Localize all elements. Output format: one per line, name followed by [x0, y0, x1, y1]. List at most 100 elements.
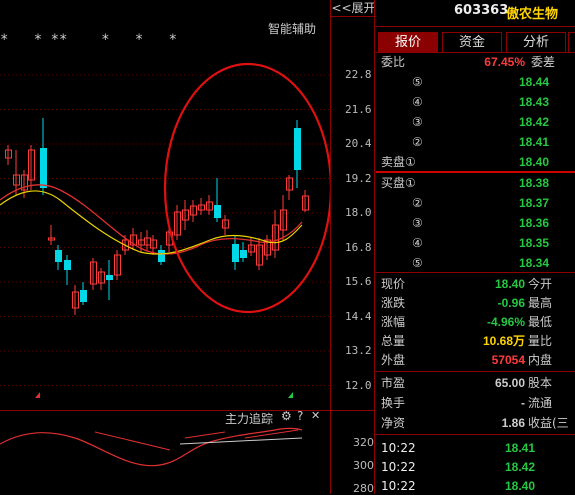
stat-value: 57054	[491, 353, 525, 367]
tick-price: 18.40	[504, 479, 535, 493]
candle-body	[232, 244, 239, 262]
stock-code: 603363	[454, 3, 509, 18]
tab-funds[interactable]: 资金	[442, 32, 502, 53]
bid-level-row[interactable]: ④ 18.35	[376, 234, 575, 252]
tab-analysis[interactable]: 分析	[506, 32, 566, 53]
stat-row: 净资 1.86 收益(三	[376, 414, 575, 432]
candle-body	[158, 250, 165, 262]
level-price: 18.38	[518, 176, 549, 190]
tick-time: 10:22	[381, 479, 416, 493]
header-divider	[376, 26, 575, 27]
order-ratio-row: 委比 67.45% 委差	[376, 53, 575, 71]
indicator-axis-300: 300	[353, 459, 374, 472]
stat-label: 净资	[381, 416, 406, 430]
kline-svg	[0, 62, 330, 398]
orders-divider	[376, 272, 575, 273]
stat-label-secondary: 收益(三	[528, 416, 569, 430]
level-price: 18.36	[518, 216, 549, 230]
indicator-line-red	[0, 427, 303, 467]
stat-value: 1.86	[501, 416, 525, 430]
indicator-axis-280: 280	[353, 482, 374, 495]
level-label: ④	[412, 95, 423, 109]
level-price: 18.40	[518, 155, 549, 169]
candle-body	[55, 250, 62, 262]
stat-label-secondary: 流通	[528, 396, 553, 410]
stat-label-secondary: 量比	[528, 334, 553, 348]
stat-value: -0.96	[497, 296, 525, 310]
tab-more[interactable]	[568, 32, 575, 53]
candle-body	[294, 128, 301, 170]
bid-level-row[interactable]: ③ 18.36	[376, 214, 575, 232]
candle-body	[40, 148, 47, 188]
stat-value: 18.40	[494, 277, 525, 291]
level-label: ②	[412, 135, 423, 149]
level-label: ⑤	[412, 256, 423, 270]
stat-label-secondary: 今开	[528, 277, 553, 291]
bid-level-row[interactable]: 买盘① 18.38	[376, 174, 575, 192]
tick-row: 10:22 18.40	[376, 477, 575, 495]
level-label: ⑤	[412, 75, 423, 89]
bid-level-row[interactable]: ⑤ 18.34	[376, 254, 575, 272]
stat-label-secondary: 最高	[528, 296, 553, 310]
stat-value: 65.00	[494, 376, 525, 390]
ask-level-row[interactable]: ④ 18.43	[376, 93, 575, 111]
stat-value: -	[521, 396, 525, 410]
indicator-arrow-2	[184, 431, 226, 439]
indicator-arrow-3	[244, 429, 299, 439]
indicator-axis-320: 320	[353, 436, 374, 449]
stat-label: 现价	[381, 277, 406, 291]
level-price: 18.37	[518, 196, 549, 210]
level-price: 18.43	[518, 95, 549, 109]
ratio-label: 委比	[381, 55, 406, 69]
level-price: 18.34	[518, 256, 549, 270]
candle-body	[64, 260, 71, 270]
level-label: ③	[412, 115, 423, 129]
stat-label: 市盈	[381, 376, 406, 390]
level-label: ②	[412, 196, 423, 210]
indicator-line-white	[179, 437, 303, 445]
level-label: ③	[412, 216, 423, 230]
annotation-ellipse	[163, 62, 330, 314]
stat-label-secondary: 最低	[528, 315, 553, 329]
bid-level-row[interactable]: ② 18.37	[376, 194, 575, 212]
ratio-value: 67.45%	[484, 55, 525, 69]
stat-row: 现价 18.40 今开	[376, 275, 575, 293]
ask-level-row[interactable]: ⑤ 18.44	[376, 73, 575, 91]
level-label: 卖盘①	[381, 155, 416, 169]
kline-chart-panel[interactable]: <<展开 智能辅助 * * ** * * * 22.8 21.6 20.4 19.2 1…	[0, 0, 376, 495]
level-price: 18.41	[518, 135, 549, 149]
stat-label: 涨跌	[381, 296, 406, 310]
stat-row: 总量 10.68万 量比	[376, 332, 575, 350]
red-triangle-marker	[35, 392, 40, 398]
level-label: ④	[412, 236, 423, 250]
diff-label: 委差	[531, 55, 556, 69]
tick-price: 18.42	[504, 460, 535, 474]
level-price: 18.35	[518, 236, 549, 250]
stat-label: 外盘	[381, 353, 406, 367]
ask-level-row[interactable]: ② 18.41	[376, 133, 575, 151]
stats-divider	[376, 371, 575, 372]
stat-row: 市盈 65.00 股本	[376, 374, 575, 392]
quote-panel: 603363 傲农生物 报价 资金 分析 委比 67.45% 委差 ⑤ 18.44…	[376, 0, 575, 494]
level-label: 买盘①	[381, 176, 416, 190]
stat-label-secondary: 股本	[528, 376, 553, 390]
expand-button[interactable]: <<展开	[330, 0, 376, 17]
tick-row: 10:22 18.42	[376, 458, 575, 476]
ask-level-row[interactable]: ③ 18.42	[376, 113, 575, 131]
tab-quote[interactable]: 报价	[378, 32, 438, 53]
tick-time: 10:22	[381, 441, 416, 455]
stat-value: -4.96%	[486, 315, 525, 329]
stat-value: 10.68万	[482, 334, 525, 348]
candle-body	[214, 205, 221, 218]
ticks-divider	[376, 434, 575, 435]
stat-row: 换手 - 流通	[376, 394, 575, 412]
indicator-arrow-1	[94, 431, 171, 451]
stat-row: 涨幅 -4.96% 最低	[376, 313, 575, 331]
green-triangle-marker	[288, 392, 293, 398]
candle-body	[106, 275, 113, 280]
stat-label: 换手	[381, 396, 406, 410]
stat-row: 外盘 57054 内盘	[376, 351, 575, 369]
candle-body	[80, 290, 87, 302]
ask-level-row[interactable]: 卖盘① 18.40	[376, 153, 575, 171]
level-price: 18.44	[518, 75, 549, 89]
